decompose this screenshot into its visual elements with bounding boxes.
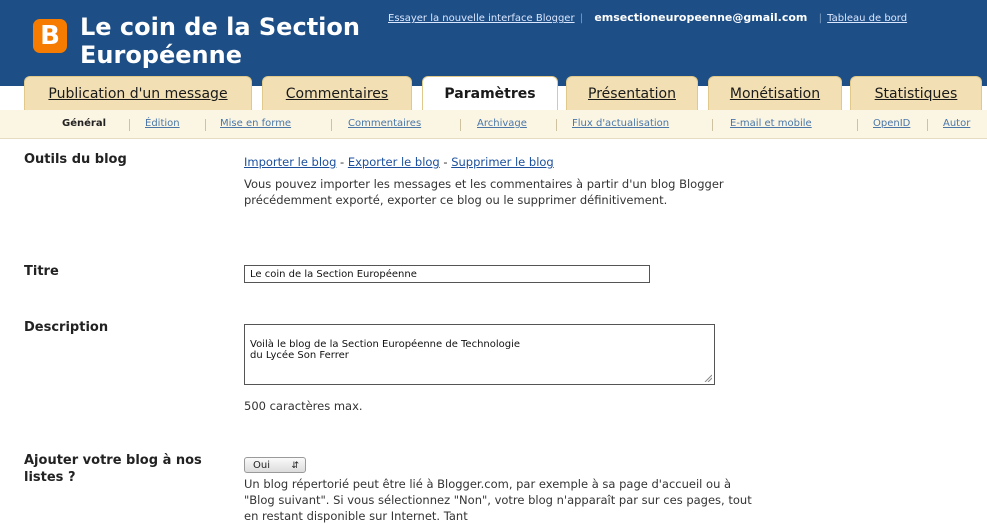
subnav-editing[interactable]: Édition xyxy=(145,118,180,129)
subnav-email-mobile[interactable]: E-mail et mobile xyxy=(730,118,812,129)
main-tabs: Publication d'un message Commentaires Pa… xyxy=(0,76,987,111)
tab-settings[interactable]: Paramètres xyxy=(422,76,558,111)
subnav-feeds[interactable]: Flux d'actualisation xyxy=(572,118,669,129)
blogger-logo-icon[interactable]: B xyxy=(33,19,67,53)
blog-tools-help: Vous pouvez importer les messages et les… xyxy=(244,177,724,207)
subnav-comments[interactable]: Commentaires xyxy=(348,118,421,129)
blogger-header: B Le coin de la Section Européenne Essay… xyxy=(0,0,987,86)
tab-monetize[interactable]: Monétisation xyxy=(708,76,842,110)
listing-help: Un blog répertorié peut être lié à Blogg… xyxy=(244,477,752,523)
subnav-general[interactable]: Général xyxy=(62,118,106,129)
export-blog-link[interactable]: Exporter le blog xyxy=(348,155,440,169)
title-label: Titre xyxy=(24,264,59,279)
subnav-openid[interactable]: OpenID xyxy=(873,118,910,129)
account-email: emsectioneuropeenne@gmail.com xyxy=(594,11,808,24)
description-textarea[interactable]: Voilà le blog de la Section Européenne d… xyxy=(244,324,715,385)
tab-comments[interactable]: Commentaires xyxy=(262,76,412,110)
delete-blog-link[interactable]: Supprimer le blog xyxy=(451,155,554,169)
select-arrows-icon: ⇵ xyxy=(291,461,299,471)
description-label: Description xyxy=(24,320,109,335)
logo-letter: B xyxy=(40,21,60,51)
subnav-formatting[interactable]: Mise en forme xyxy=(220,118,291,129)
resize-handle-icon[interactable] xyxy=(704,374,712,382)
dashboard-link[interactable]: Tableau de bord xyxy=(827,13,907,24)
import-blog-link[interactable]: Importer le blog xyxy=(244,155,336,169)
description-text: Voilà le blog de la Section Européenne d… xyxy=(250,339,521,361)
try-new-interface-link[interactable]: Essayer la nouvelle interface Blogger xyxy=(388,13,575,24)
blog-tools-label: Outils du blog xyxy=(24,152,127,167)
subnav-permissions[interactable]: Autor xyxy=(943,118,970,129)
listing-select-value: Oui xyxy=(253,460,270,471)
tab-stats[interactable]: Statistiques xyxy=(850,76,982,110)
top-links: Essayer la nouvelle interface Blogger | … xyxy=(388,11,908,24)
listing-label: Ajouter votre blog à nos listes ? xyxy=(24,453,202,485)
title-input[interactable]: Le coin de la Section Européenne xyxy=(244,265,650,283)
blog-title: Le coin de la Section Européenne xyxy=(80,13,360,69)
subnav-archiving[interactable]: Archivage xyxy=(477,118,527,129)
listing-select[interactable]: Oui ⇵ xyxy=(244,457,306,473)
description-max-note: 500 caractères max. xyxy=(244,399,363,413)
blog-tools-links: Importer le blog - Exporter le blog - Su… xyxy=(244,155,554,169)
settings-subnav: Général Édition Mise en forme Commentair… xyxy=(0,110,987,139)
tab-layout[interactable]: Présentation xyxy=(566,76,698,110)
tab-posting[interactable]: Publication d'un message xyxy=(24,76,252,110)
